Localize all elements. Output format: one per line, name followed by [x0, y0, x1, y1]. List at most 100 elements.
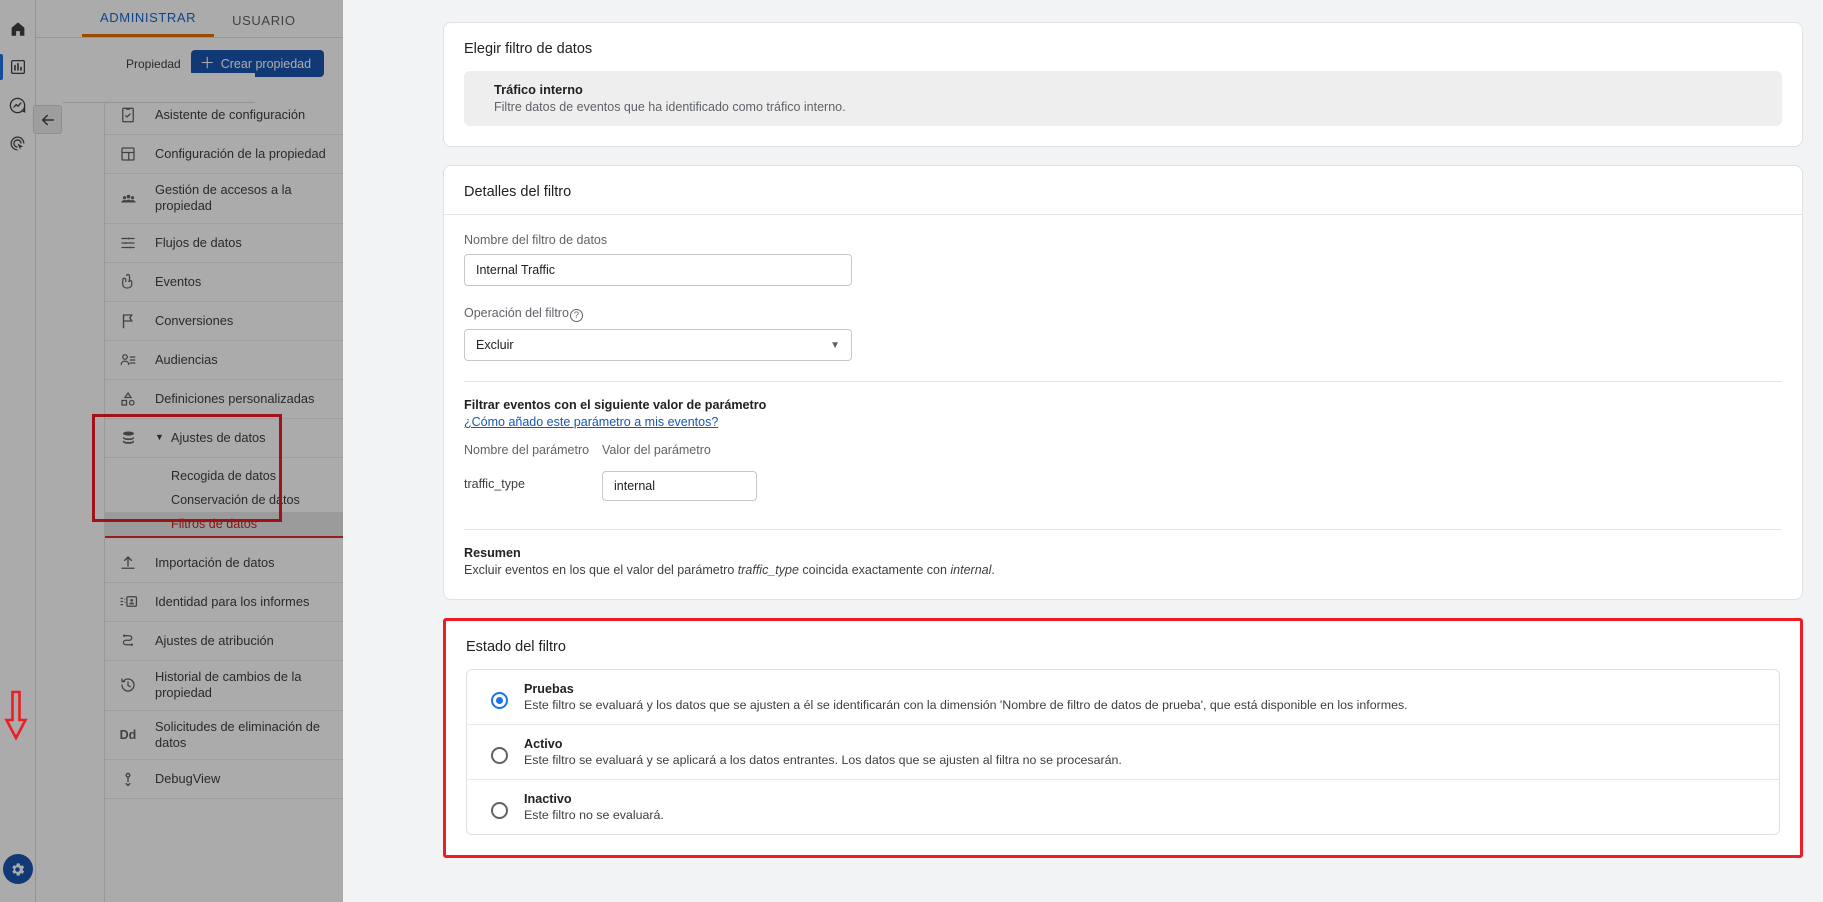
sidebar-item-label: Ajustes de datos — [170, 429, 266, 445]
status-option-name: Inactivo — [524, 792, 572, 806]
plus-icon: ＋ — [199, 55, 215, 72]
filter-operation-value: Excluir — [476, 338, 514, 352]
filter-type-option-trafico-interno[interactable]: Tráfico interno Filtre datos de eventos … — [464, 71, 1782, 126]
sidebar-item-label: Gestión de accesos a la propiedad — [155, 182, 292, 214]
left-icon-rail — [0, 0, 36, 902]
choose-filter-card: Elegir filtro de datos Tráfico interno F… — [443, 22, 1803, 147]
radio-pruebas[interactable] — [491, 692, 508, 709]
summary-text: Excluir eventos en los que el valor del … — [464, 563, 1782, 577]
filter-details-title: Detalles del filtro — [464, 184, 572, 200]
sidebar-item-flujos-de-datos[interactable]: Flujos de datos — [105, 224, 356, 263]
chevron-down-icon[interactable]: ▼ — [155, 432, 164, 444]
sidebar-item-ajustes-de-datos[interactable]: ▼ Ajustes de datos — [105, 419, 356, 458]
param-value-input[interactable]: internal — [602, 471, 757, 501]
sidebar-item-conversiones[interactable]: Conversiones — [105, 302, 356, 341]
audience-icon — [117, 349, 139, 371]
attribution-icon — [117, 630, 139, 652]
param-name-value: traffic_type — [464, 477, 525, 491]
sidebar-item-ajustes-de-atribucion[interactable]: Ajustes de atribución — [105, 622, 356, 661]
layout-icon — [117, 143, 139, 165]
sidebar-item-ajustes-label-wrap: ▼ Ajustes de datos — [155, 430, 266, 446]
param-grid: Nombre del parámetro traffic_type Valor … — [464, 443, 1782, 501]
sidebar-item-gestion-de-accesos[interactable]: Gestión de accesos a la propiedad — [105, 174, 356, 224]
sidebar-item-historial-de-cambios[interactable]: Historial de cambios de la propiedad — [105, 661, 356, 711]
explore-icon[interactable] — [2, 86, 34, 124]
status-option-activo[interactable]: Activo Este filtro se evaluará y se apli… — [467, 725, 1779, 780]
summary-mid: coincida exactamente con — [798, 563, 951, 577]
radio-activo[interactable] — [491, 747, 508, 764]
sidebar-item-label: Audiencias — [155, 351, 218, 367]
people-icon — [117, 187, 139, 209]
back-button[interactable] — [33, 105, 62, 134]
sidebar-item-label: Identidad para los informes — [155, 593, 310, 609]
sidebar-subitem-filtros-de-datos[interactable]: Filtros de datos — [105, 511, 356, 538]
checklist-icon — [117, 104, 139, 126]
summary-pre: Excluir eventos en los que el valor del … — [464, 563, 738, 577]
sidebar-item-eventos[interactable]: Eventos — [105, 263, 356, 302]
param-section-title: Filtrar eventos con el siguiente valor d… — [464, 398, 767, 412]
sidebar-item-label: Importación de datos — [155, 554, 275, 570]
shapes-icon — [117, 388, 139, 410]
sidebar-subitem-conservacion-de-datos[interactable]: Conservación de datos — [105, 488, 356, 512]
sidebar-item-label: Flujos de datos — [155, 234, 242, 250]
sidebar-item-audiencias[interactable]: Audiencias — [105, 341, 356, 380]
choose-filter-title: Elegir filtro de datos — [464, 41, 593, 57]
advertising-icon[interactable] — [2, 124, 34, 162]
gear-icon[interactable] — [2, 854, 33, 884]
sidebar-item-label: Ajustes de atribución — [155, 632, 274, 648]
sidebar-item-configuracion-de-la-propiedad[interactable]: Configuración de la propiedad — [105, 135, 356, 174]
param-value-header: Valor del parámetro — [602, 443, 711, 457]
streams-icon — [117, 232, 139, 254]
filter-status-body: Pruebas Este filtro se evaluará y los da… — [446, 669, 1800, 855]
param-help-link[interactable]: ¿Cómo añado este parámetro a mis eventos… — [464, 415, 718, 429]
filter-name-label: Nombre del filtro de datos — [464, 233, 608, 247]
param-section: Filtrar eventos con el siguiente valor d… — [444, 382, 1802, 521]
filter-operation-select[interactable]: Excluir ▼ — [464, 329, 852, 361]
status-option-inactivo[interactable]: Inactivo Este filtro no se evaluará. — [467, 780, 1779, 834]
chevron-down-icon: ▼ — [830, 339, 840, 351]
filter-status-card: Estado del filtro Pruebas Este filtro se… — [443, 618, 1803, 858]
status-option-desc: Este filtro se evaluará y los datos que … — [524, 698, 1408, 712]
param-value-column: Valor del parámetro internal — [602, 443, 802, 501]
tab-usuario[interactable]: USUARIO — [214, 13, 313, 37]
dd-icon: Dd — [119, 727, 137, 742]
database-icon — [117, 427, 139, 449]
param-name-header: Nombre del parámetro — [464, 443, 590, 457]
identity-icon — [117, 591, 139, 613]
tab-administrar[interactable]: ADMINISTRAR — [82, 10, 215, 37]
status-option-inactivo-text: Inactivo Este filtro no se evaluará. — [524, 792, 664, 822]
status-option-pruebas[interactable]: Pruebas Este filtro se evaluará y los da… — [467, 670, 1779, 725]
sidebar-item-definiciones-personalizadas[interactable]: Definiciones personalizadas — [105, 380, 356, 419]
status-option-name: Activo — [524, 737, 563, 751]
sidebar-item-importacion-de-datos[interactable]: Importación de datos — [105, 544, 356, 583]
reports-icon[interactable] — [0, 48, 34, 86]
red-arrow-annotation — [4, 690, 28, 741]
home-icon[interactable] — [2, 10, 34, 48]
sidebar-item-label: Configuración de la propiedad — [155, 145, 326, 161]
sidebar-item-solicitudes-de-eliminacion[interactable]: Dd Solicitudes de eliminación de datos — [105, 711, 356, 761]
sidebar-item-label: Definiciones personalizadas — [155, 390, 315, 406]
property-label: Propiedad — [126, 56, 181, 71]
summary-title: Resumen — [464, 546, 521, 560]
debug-icon — [117, 768, 139, 790]
radio-inactivo[interactable] — [491, 802, 508, 819]
sidebar-subitem-recogida-de-datos[interactable]: Recogida de datos — [105, 464, 356, 488]
filter-status-title: Estado del filtro — [466, 639, 566, 655]
sidebar-item-label: Conversiones — [155, 312, 234, 328]
property-search-input[interactable] — [63, 73, 255, 103]
status-option-pruebas-text: Pruebas Este filtro se evaluará y los da… — [524, 682, 1408, 712]
sidebar-item-identidad-para-los-informes[interactable]: Identidad para los informes — [105, 583, 356, 622]
sidebar-item-label: Solicitudes de eliminación de datos — [155, 718, 321, 750]
help-icon[interactable]: ? — [569, 309, 583, 322]
sidebar-item-debugview[interactable]: DebugView — [105, 760, 356, 800]
param-name-column: Nombre del parámetro traffic_type — [464, 443, 602, 501]
create-property-label: Crear propiedad — [220, 56, 312, 71]
status-option-desc: Este filtro no se evaluará. — [524, 808, 664, 822]
flag-icon — [117, 310, 139, 332]
filter-name-input[interactable]: Internal Traffic — [464, 254, 852, 286]
summary-param: traffic_type — [737, 563, 799, 577]
filter-type-name: Tráfico interno — [494, 82, 583, 97]
filter-details-card: Detalles del filtro Nombre del filtro de… — [443, 165, 1803, 600]
summary-section: Resumen Excluir eventos en los que el va… — [444, 530, 1802, 599]
filter-operation-label-text: Operación del filtro — [464, 306, 569, 320]
